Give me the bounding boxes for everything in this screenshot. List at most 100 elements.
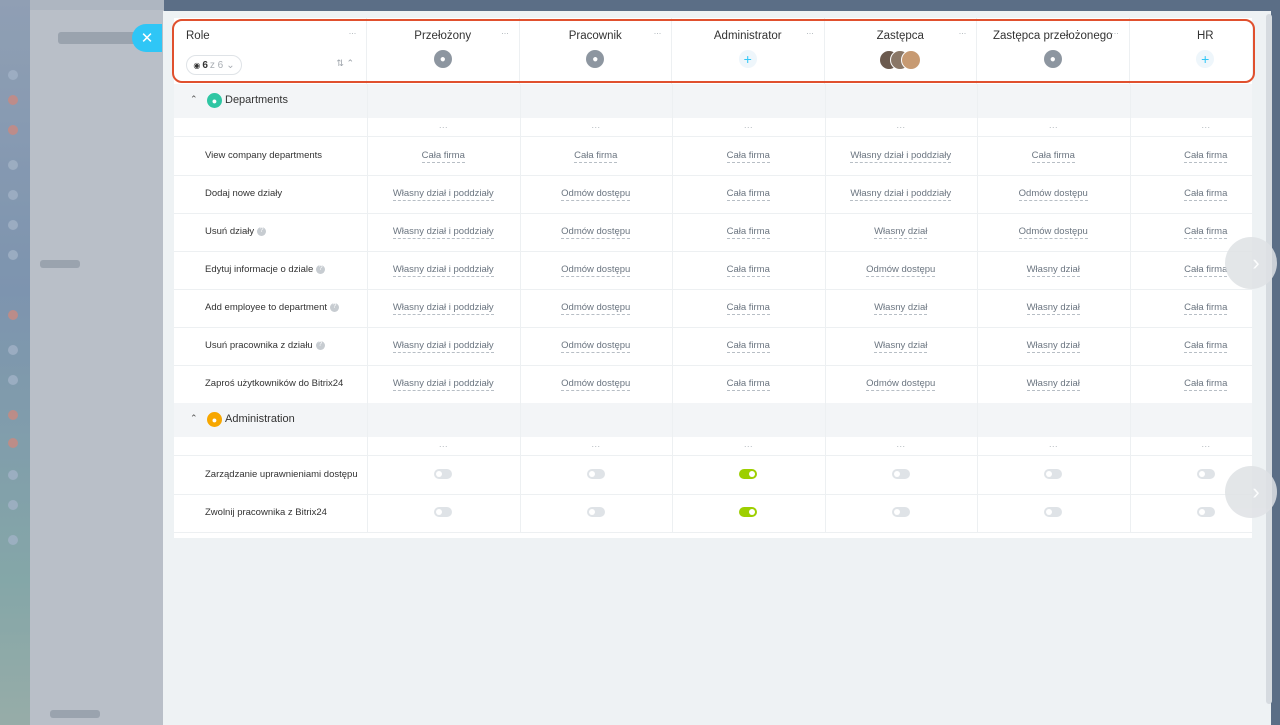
column-menu-dots[interactable]: ···: [806, 28, 814, 38]
permission-value[interactable]: Cała firma: [673, 213, 823, 251]
permission-value[interactable]: Cała firma: [673, 175, 823, 213]
permission-toggle[interactable]: [891, 469, 910, 479]
cell-menu-dots[interactable]: ···: [1176, 441, 1236, 451]
permission-value[interactable]: Cała firma: [673, 365, 823, 403]
cell-menu-dots[interactable]: ···: [1023, 122, 1083, 132]
cell-menu-dots[interactable]: ···: [1023, 441, 1083, 451]
permission-value[interactable]: Własny dział i poddziały: [368, 251, 518, 289]
permission-toggle[interactable]: [739, 507, 758, 517]
column-title: Przełożony: [414, 30, 472, 42]
column-menu-dots[interactable]: ···: [654, 28, 662, 38]
permission-toggle[interactable]: [434, 469, 453, 479]
permission-value[interactable]: Własny dział i poddziały: [368, 213, 518, 251]
sort-icon[interactable]: ⇅ ⌃: [336, 58, 354, 69]
vertical-scrollbar[interactable]: [1266, 14, 1272, 704]
help-icon[interactable]: ?: [330, 303, 339, 313]
permission-value[interactable]: Odmów dostępu: [521, 213, 671, 251]
permission-value[interactable]: Własny dział: [826, 289, 976, 327]
permission-value[interactable]: Odmów dostępu: [826, 251, 976, 289]
permission-value[interactable]: Własny dział: [826, 327, 976, 365]
permission-toggle[interactable]: [739, 469, 758, 479]
scroll-right-arrow[interactable]: ›: [1225, 237, 1277, 289]
permission-value[interactable]: Cała firma: [673, 327, 823, 365]
scroll-right-arrow-lower[interactable]: ›: [1225, 466, 1277, 518]
cell-menu-dots[interactable]: ···: [413, 122, 473, 132]
row-label: Dodaj nowe działy: [205, 188, 283, 200]
cell-menu-dots[interactable]: ···: [718, 122, 778, 132]
permission-value[interactable]: Cała firma: [673, 251, 823, 289]
permission-toggle[interactable]: [586, 507, 605, 517]
permission-value[interactable]: Własny dział i poddziały: [368, 289, 518, 327]
permission-value[interactable]: Własny dział: [978, 365, 1128, 403]
permission-value[interactable]: Odmów dostępu: [521, 365, 671, 403]
role-count-selector[interactable]: ◉ 6 z 6 ⌄: [186, 55, 242, 75]
permission-value[interactable]: Odmów dostępu: [826, 365, 976, 403]
permission-value[interactable]: Własny dział i poddziały: [826, 175, 976, 213]
section-icon: ●: [207, 412, 222, 427]
help-icon[interactable]: ?: [315, 341, 325, 351]
column-divider: [1129, 84, 1131, 532]
permission-toggle[interactable]: [434, 507, 453, 517]
background-panel: [30, 10, 164, 725]
permission-toggle[interactable]: [1044, 469, 1063, 479]
user-icon[interactable]: ●: [586, 50, 605, 68]
row-label: Zwolnij pracownika z Bitrix24: [205, 507, 327, 519]
close-slider-button[interactable]: ✕: [132, 24, 162, 52]
permission-value[interactable]: Odmów dostępu: [978, 213, 1128, 251]
permission-value[interactable]: Odmów dostępu: [978, 175, 1128, 213]
add-role-plus-icon[interactable]: +: [1196, 50, 1215, 68]
permission-value[interactable]: Cała firma: [1131, 327, 1252, 365]
permission-toggle[interactable]: [586, 469, 605, 479]
permission-value[interactable]: Cała firma: [368, 137, 518, 175]
cell-menu-dots[interactable]: ···: [566, 441, 626, 451]
permission-toggle[interactable]: [891, 507, 910, 517]
cell-menu-dots[interactable]: ···: [1176, 122, 1236, 132]
row-label: Usuń działy?: [205, 213, 365, 251]
permission-value[interactable]: Własny dział i poddziały: [368, 327, 518, 365]
permission-value[interactable]: Odmów dostępu: [521, 175, 671, 213]
table-row: Edytuj informacje o dziale? Własny dział …: [174, 251, 1252, 290]
permission-value[interactable]: Odmów dostępu: [521, 251, 671, 289]
chevron-up-icon[interactable]: ⌃: [190, 413, 198, 424]
permission-value[interactable]: Cała firma: [1131, 175, 1252, 213]
cell-menu-dots[interactable]: ···: [566, 122, 626, 132]
section-header-0[interactable]: ⌃ ● Departments: [174, 84, 1252, 118]
avatars-icon[interactable]: [879, 50, 923, 70]
permission-value[interactable]: Własny dział: [978, 251, 1128, 289]
user-group-icon[interactable]: ●: [433, 50, 452, 68]
add-role-plus-icon[interactable]: +: [738, 50, 757, 68]
permission-value[interactable]: Własny dział: [978, 327, 1128, 365]
permission-value[interactable]: Cała firma: [1131, 289, 1252, 327]
cell-menu-dots[interactable]: ···: [871, 122, 931, 132]
permission-value[interactable]: Cała firma: [978, 137, 1128, 175]
column-menu-dots[interactable]: ···: [501, 28, 509, 38]
permission-value[interactable]: Własny dział i poddziały: [368, 365, 518, 403]
permission-value[interactable]: Cała firma: [673, 289, 823, 327]
section-header-1[interactable]: ⌃ ● Administration: [174, 403, 1252, 437]
cell-menu-dots[interactable]: ···: [413, 441, 473, 451]
help-icon[interactable]: ?: [316, 265, 326, 275]
column-header-5: HR···+: [1130, 18, 1253, 84]
user-group-icon[interactable]: ●: [1043, 50, 1062, 68]
permission-value[interactable]: Własny dział: [826, 213, 976, 251]
column-menu-dots[interactable]: ···: [959, 28, 967, 38]
permission-value[interactable]: Cała firma: [1131, 137, 1252, 175]
cell-menu-dots[interactable]: ···: [871, 441, 931, 451]
help-icon[interactable]: ?: [257, 227, 267, 237]
permission-value[interactable]: Własny dział i poddziały: [368, 175, 518, 213]
role-menu-dots[interactable]: ···: [349, 28, 357, 38]
column-menu-dots[interactable]: ···: [1111, 28, 1119, 38]
permission-value[interactable]: Cała firma: [1131, 365, 1252, 403]
permission-value[interactable]: Cała firma: [673, 137, 823, 175]
cell-menu-dots[interactable]: ···: [718, 441, 778, 451]
permission-value[interactable]: Odmów dostępu: [521, 289, 671, 327]
permission-toggle[interactable]: [1196, 507, 1215, 517]
permission-value[interactable]: Własny dział i poddziały: [826, 137, 976, 175]
permission-value[interactable]: Własny dział: [978, 289, 1128, 327]
permission-toggle[interactable]: [1044, 507, 1063, 517]
chevron-up-icon[interactable]: ⌃: [190, 94, 198, 105]
permission-value[interactable]: Odmów dostępu: [521, 327, 671, 365]
left-menu-strip: [0, 0, 30, 725]
permission-value[interactable]: Cała firma: [521, 137, 671, 175]
permission-toggle[interactable]: [1196, 469, 1215, 479]
